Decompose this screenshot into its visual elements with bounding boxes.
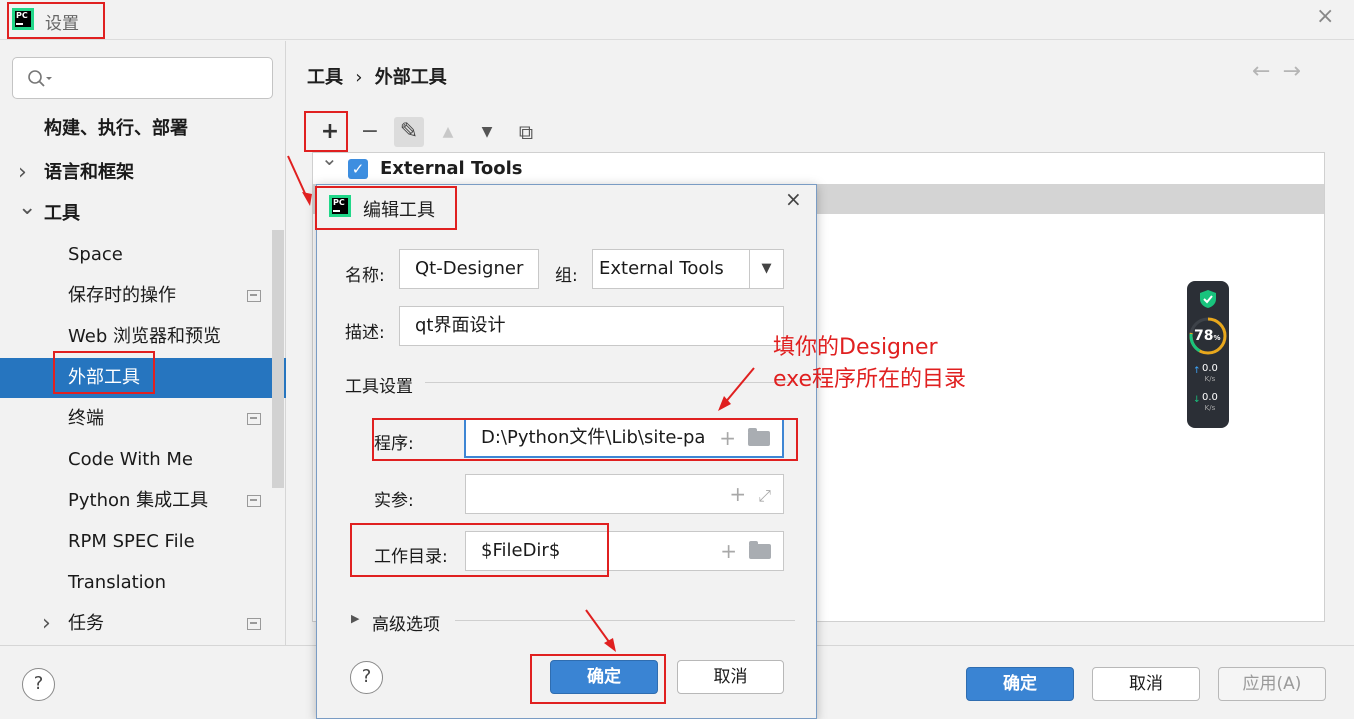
annotation-arrow-head xyxy=(604,638,616,652)
annotation-arrow-head xyxy=(302,192,312,206)
annotation-arrows xyxy=(287,155,755,652)
annotation-arrow xyxy=(723,367,755,405)
annotation-arrow xyxy=(585,609,613,647)
